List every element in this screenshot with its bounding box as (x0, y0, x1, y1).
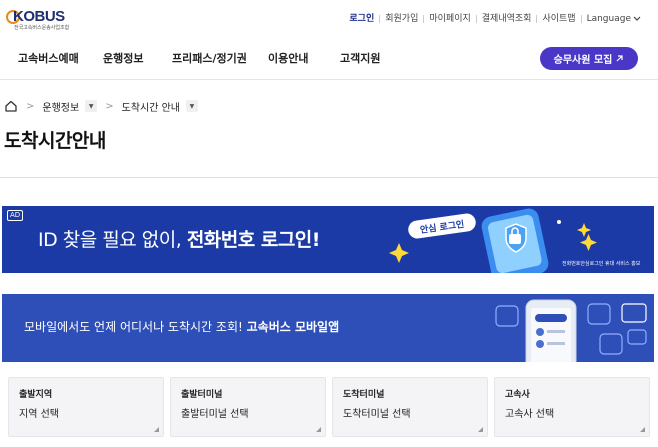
breadcrumb-separator-icon: > (105, 100, 114, 112)
signup-link[interactable]: 회원가입 (380, 13, 423, 25)
ad-small-print: 전화번호안심로그인 휴대 서비스 홍보 (562, 261, 641, 267)
page-title: 도착시간안내 (4, 130, 106, 152)
bus-company-select[interactable]: 고속사 고속사 선택 (494, 377, 650, 437)
home-icon[interactable] (4, 99, 18, 113)
nav-item-operation-info[interactable]: 운행정보 (103, 52, 143, 66)
divider (0, 177, 658, 178)
ad-headline-plain: ID 찾을 필요 없이, (38, 229, 187, 251)
language-label: Language (586, 14, 631, 24)
departure-terminal-select[interactable]: 출발터미널 출발터미널 선택 (170, 377, 326, 437)
recruit-label: 승무사원 모집 (553, 55, 613, 66)
app-banner-text-bold: 고속버스 모바일앱 (246, 320, 340, 334)
recruit-button[interactable]: 승무사원 모집 (540, 47, 638, 70)
ad-headline: ID 찾을 필요 없이, 전화번호 로그인! (38, 228, 320, 252)
payment-history-link[interactable]: 결제내역조회 (477, 13, 537, 25)
filter-label: 출발지역 (19, 390, 53, 400)
filter-value: 지역 선택 (19, 409, 59, 420)
breadcrumb-level2-label: 도착시간 안내 (121, 102, 180, 114)
nav-item-booking[interactable]: 고속버스예매 (18, 52, 79, 66)
departure-region-select[interactable]: 출발지역 지역 선택 (8, 377, 164, 437)
chevron-down-icon (633, 16, 641, 21)
mypage-link[interactable]: 마이페이지 (424, 13, 475, 25)
select-corner-icon (640, 427, 645, 432)
breadcrumb-separator-icon: > (26, 100, 35, 112)
utility-nav: 로그인 회원가입 마이페이지 결제내역조회 사이트맵 Language (344, 13, 646, 25)
ad-tag: AD (7, 210, 24, 221)
top-bar: KOBUS 전국고속버스운송사업조합 로그인 회원가입 마이페이지 결제내역조회… (0, 0, 658, 40)
dropdown-arrow-icon: ▼ (85, 100, 98, 112)
breadcrumb-level1[interactable]: 운행정보 ▼ (42, 99, 98, 114)
search-filters: 출발지역 지역 선택 출발터미널 출발터미널 선택 도착터미널 도착터미널 선택… (8, 377, 650, 437)
breadcrumb-level1-label: 운행정보 (42, 102, 80, 114)
mobile-app-banner[interactable]: 모바일에서도 언제 어디서나 도착시간 조회! 고속버스 모바일앱 (2, 294, 654, 362)
nav-item-support[interactable]: 고객지원 (340, 52, 380, 66)
kobus-logo[interactable]: KOBUS 전국고속버스운송사업조합 (4, 8, 70, 34)
filter-label: 도착터미널 (343, 390, 385, 400)
app-banner-text-plain: 모바일에서도 언제 어디서나 도착시간 조회! (24, 320, 247, 334)
sitemap-link[interactable]: 사이트맵 (537, 13, 580, 25)
logo-word: KOBUS (13, 8, 65, 25)
arrow-up-right-icon (616, 55, 623, 62)
logo-subtitle: 전국고속버스운송사업조합 (14, 25, 70, 31)
select-corner-icon (316, 427, 321, 432)
filter-label: 고속사 (505, 390, 530, 400)
filter-value: 도착터미널 선택 (343, 409, 411, 420)
nav-item-guide[interactable]: 이용안내 (268, 52, 308, 66)
ad-headline-bold: 전화번호 로그인! (186, 229, 321, 251)
nav-item-freepass[interactable]: 프리패스/정기권 (172, 52, 247, 66)
filter-value: 출발터미널 선택 (181, 409, 249, 420)
breadcrumb: > 운행정보 ▼ > 도착시간 안내 ▼ (0, 97, 198, 115)
login-link[interactable]: 로그인 (344, 13, 379, 25)
arrival-terminal-select[interactable]: 도착터미널 도착터미널 선택 (332, 377, 488, 437)
select-corner-icon (478, 427, 483, 432)
app-banner-text: 모바일에서도 언제 어디서나 도착시간 조회! 고속버스 모바일앱 (24, 319, 339, 335)
filter-value: 고속사 선택 (505, 409, 555, 420)
language-selector[interactable]: Language (582, 13, 646, 25)
dropdown-arrow-icon: ▼ (185, 100, 198, 112)
mobile-app-illustration (495, 299, 647, 362)
select-corner-icon (154, 427, 159, 432)
filter-label: 출발터미널 (181, 390, 223, 400)
breadcrumb-level2[interactable]: 도착시간 안내 ▼ (122, 99, 198, 114)
ad-banner[interactable]: AD ID 찾을 필요 없이, 전화번호 로그인! 안심 로그인 전화번호안심로… (2, 206, 654, 273)
